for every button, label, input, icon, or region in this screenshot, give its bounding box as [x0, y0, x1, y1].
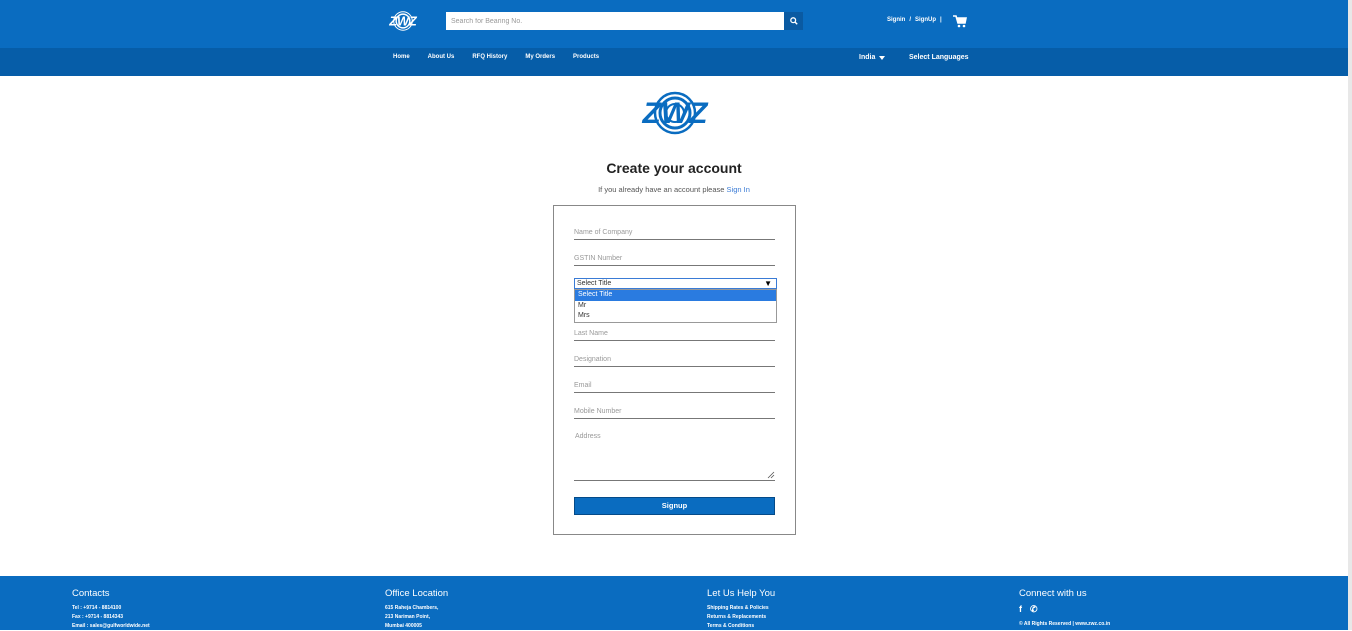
signin-link[interactable]: Signin [887, 17, 905, 23]
footer-connect: Connect with us f ✆ © All Rights Reserve… [1019, 588, 1110, 627]
gstin-field[interactable]: GSTIN Number [574, 252, 775, 266]
address-placeholder: Address [575, 433, 601, 440]
signin-prompt: If you already have an account please Si… [0, 185, 1348, 194]
mobile-number-field[interactable]: Mobile Number [574, 405, 775, 419]
page-scrollbar[interactable] [1348, 0, 1352, 630]
zwz-logo[interactable]: ZWZ [382, 9, 424, 33]
search-input[interactable] [446, 12, 784, 30]
nav-bar [0, 48, 1348, 76]
nav-products[interactable]: Products [573, 54, 599, 60]
footer-office-heading: Office Location [385, 588, 449, 599]
help-returns-link[interactable]: Returns & Replacements [707, 613, 775, 622]
address-field[interactable]: Address [574, 430, 775, 481]
help-shipping-link[interactable]: Shipping Rates & Policies [707, 604, 775, 613]
office-line-2: 213 Nariman Point, [385, 614, 431, 620]
nav-rfq-history[interactable]: RFQ History [472, 54, 507, 60]
title-option-mrs[interactable]: Mrs [575, 311, 776, 322]
search-button[interactable] [784, 12, 803, 30]
signup-button[interactable]: Signup [574, 497, 775, 515]
designation-field[interactable]: Designation [574, 353, 775, 367]
title-select[interactable]: Select Title ▼ [574, 278, 777, 289]
contact-tel: Tel : +9714 - 8814100 [72, 605, 122, 611]
copyright-text: © All Rights Reserved | www.zwz.co.in [1019, 621, 1111, 627]
footer-contacts-heading: Contacts [72, 588, 110, 599]
footer-office: Office Location 615 Raheja Chambers, 213… [385, 588, 448, 631]
contact-fax: Fax : +9714 - 8814343 [72, 614, 124, 620]
language-selector[interactable]: Select Languages [909, 54, 969, 61]
svg-text:ZWZ: ZWZ [642, 97, 710, 130]
country-label: India [859, 54, 876, 61]
auth-separator: / [909, 17, 912, 23]
whatsapp-icon[interactable]: ✆ [1030, 604, 1038, 615]
nav-about-us[interactable]: About Us [428, 54, 455, 60]
auth-links: Signin / SignUp | [887, 17, 942, 23]
signup-link[interactable]: SignUp [915, 17, 936, 23]
svg-text:ZWZ: ZWZ [388, 14, 418, 28]
footer-help: Let Us Help You Shipping Rates & Policie… [707, 588, 775, 631]
email-field[interactable]: Email [574, 379, 775, 393]
caret-down-icon [879, 55, 886, 60]
search-bar [446, 12, 803, 30]
footer-connect-heading: Connect with us [1019, 588, 1087, 599]
title-dropdown-list: Select Title Mr Mrs [574, 289, 777, 323]
page-title: Create your account [606, 160, 742, 176]
footer: Contacts Tel : +9714 - 8814100 Fax : +97… [0, 576, 1348, 630]
last-name-field[interactable]: Last Name [574, 327, 775, 341]
cart-icon[interactable] [953, 15, 967, 28]
signin-prompt-link[interactable]: Sign In [727, 185, 750, 194]
footer-contacts: Contacts Tel : +9714 - 8814100 Fax : +97… [72, 588, 150, 631]
nav-home[interactable]: Home [393, 54, 410, 60]
signup-form: Name of Company GSTIN Number Select Titl… [553, 205, 796, 535]
office-line-1: 615 Raheja Chambers, [385, 605, 439, 611]
title-option-select-title[interactable]: Select Title [575, 290, 776, 301]
company-name-field[interactable]: Name of Company [574, 226, 775, 240]
social-links: f ✆ [1019, 604, 1110, 615]
dropdown-arrow-icon: ▼ [764, 279, 772, 288]
auth-pipe: | [940, 17, 942, 23]
facebook-icon[interactable]: f [1019, 604, 1022, 615]
footer-help-heading: Let Us Help You [707, 588, 776, 599]
zwz-logo-large: ZWZ [642, 91, 710, 135]
signin-prompt-text: If you already have an account please [598, 185, 725, 194]
country-selector[interactable]: India [859, 54, 886, 61]
main-nav: Home About Us RFQ History My Orders Prod… [393, 54, 617, 60]
top-header: ZWZ Signin / SignUp | [0, 0, 1348, 48]
nav-my-orders[interactable]: My Orders [525, 54, 555, 60]
search-icon [789, 17, 798, 25]
title-select-value: Select Title [577, 280, 612, 287]
resize-handle-icon[interactable] [767, 471, 775, 479]
title-option-mr[interactable]: Mr [575, 301, 776, 312]
